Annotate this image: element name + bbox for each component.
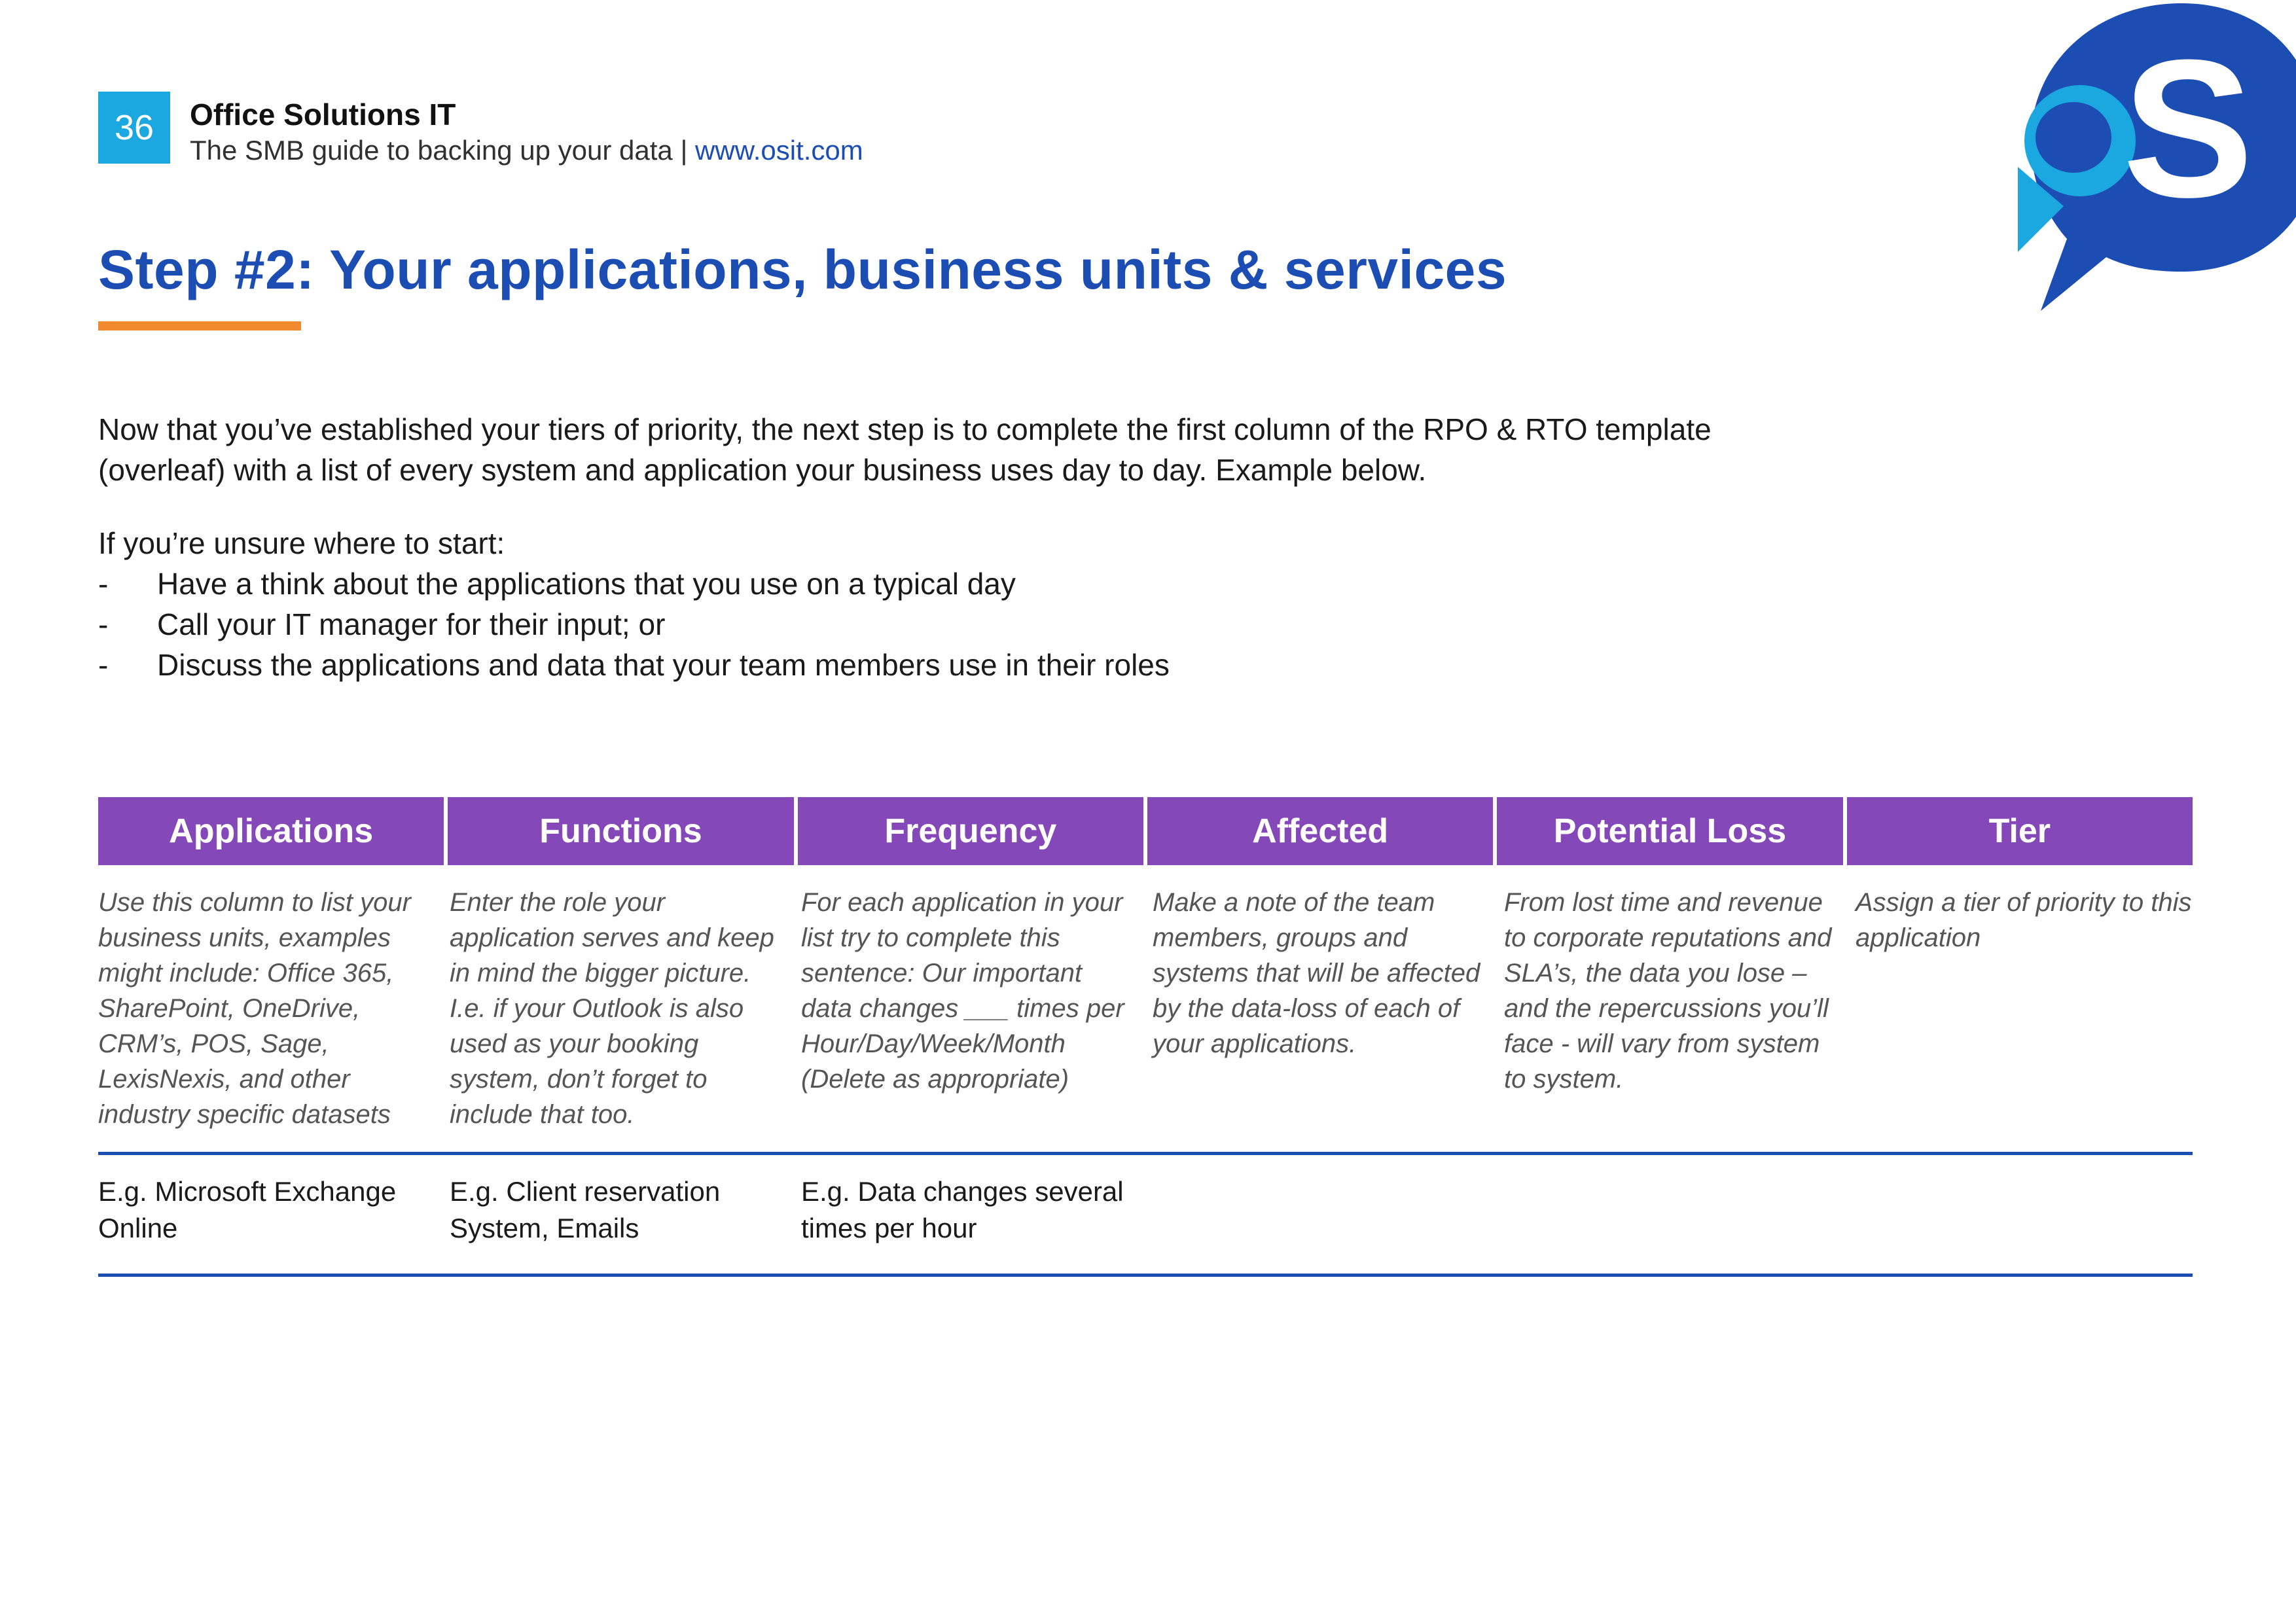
bullet-item: -Call your IT manager for their input; o… [98, 604, 1734, 645]
col-header-frequency: Frequency [798, 797, 1147, 865]
example-cell-tier [1856, 1173, 2193, 1247]
rpo-rto-table: Applications Functions Frequency Affecte… [98, 797, 2193, 1277]
col-desc-potential-loss: From lost time and revenue to corporate … [1504, 885, 1856, 1132]
col-desc-applications: Use this column to list your business un… [98, 885, 450, 1132]
intro-paragraph: Now that you’ve established your tiers o… [98, 409, 1734, 490]
header-title: Office Solutions IT [190, 97, 863, 132]
table-description-row: Use this column to list your business un… [98, 865, 2193, 1155]
table-header-row: Applications Functions Frequency Affecte… [98, 797, 2193, 865]
example-cell-functions: E.g. Client reservation System, Emails [450, 1173, 801, 1247]
bullets-lead: If you’re unsure where to start: [98, 523, 1734, 563]
brand-logo-icon: S [1979, 0, 2296, 317]
body-copy: Now that you’ve established your tiers o… [98, 409, 1734, 686]
table-example-row: E.g. Microsoft Exchange Online E.g. Clie… [98, 1155, 2193, 1277]
svg-text:S: S [2123, 18, 2253, 238]
header-url[interactable]: www.osit.com [695, 135, 863, 166]
col-header-tier: Tier [1847, 797, 2193, 865]
col-desc-frequency: For each application in your list try to… [801, 885, 1153, 1132]
example-cell-frequency: E.g. Data changes several times per hour [801, 1173, 1153, 1247]
col-desc-affected: Make a note of the team members, groups … [1153, 885, 1504, 1132]
bullet-text: Have a think about the applications that… [157, 563, 1016, 604]
header-subtitle-text: The SMB guide to backing up your data | [190, 135, 695, 166]
header-text-block: Office Solutions IT The SMB guide to bac… [190, 92, 863, 166]
example-cell-affected [1153, 1173, 1504, 1247]
col-header-affected: Affected [1147, 797, 1497, 865]
bullet-item: -Have a think about the applications tha… [98, 563, 1734, 604]
col-header-functions: Functions [448, 797, 797, 865]
bullet-text: Call your IT manager for their input; or [157, 604, 665, 645]
bullets-list: -Have a think about the applications tha… [98, 563, 1734, 685]
page-number-badge: 36 [98, 92, 170, 164]
title-underline [98, 321, 301, 330]
page-header: 36 Office Solutions IT The SMB guide to … [98, 92, 2198, 166]
example-cell-potential-loss [1504, 1173, 1856, 1247]
example-cell-applications: E.g. Microsoft Exchange Online [98, 1173, 450, 1247]
header-subtitle: The SMB guide to backing up your data | … [190, 135, 863, 166]
bullet-text: Discuss the applications and data that y… [157, 645, 1170, 685]
page-title: Step #2: Your applications, business uni… [98, 238, 2198, 302]
col-header-potential-loss: Potential Loss [1497, 797, 1846, 865]
col-desc-tier: Assign a tier of priority to this applic… [1856, 885, 2193, 1132]
col-desc-functions: Enter the role your application serves a… [450, 885, 801, 1132]
bullet-item: -Discuss the applications and data that … [98, 645, 1734, 685]
col-header-applications: Applications [98, 797, 448, 865]
page: 36 Office Solutions IT The SMB guide to … [0, 0, 2296, 1623]
